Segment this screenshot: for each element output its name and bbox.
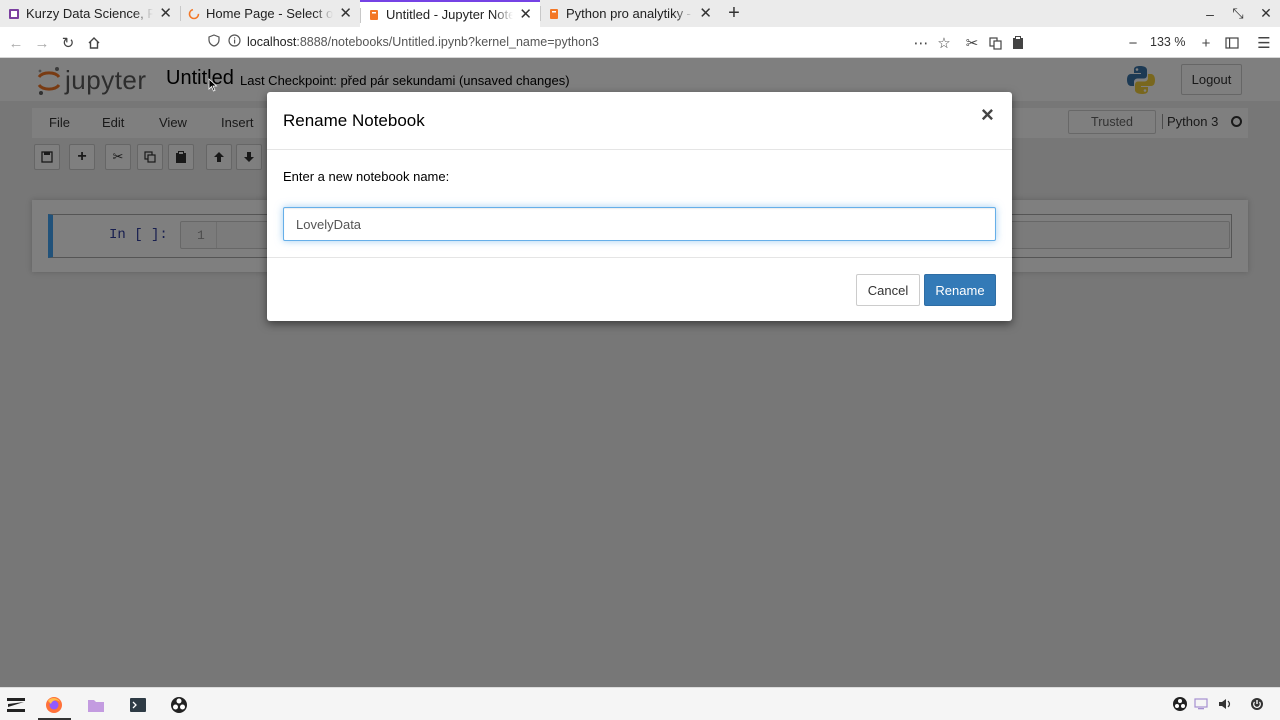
browser-tab-kurzy[interactable]: Kurzy Data Science, Pyth ✕ xyxy=(0,0,180,27)
shield-icon xyxy=(208,34,220,50)
notebook-name-label: Enter a new notebook name: xyxy=(283,169,450,184)
browser-tab-bar: Kurzy Data Science, Pyth ✕ Home Page - S… xyxy=(0,0,1280,27)
browser-tab-home[interactable]: Home Page - Select or cr ✕ xyxy=(180,0,360,27)
jupyter-spinner-icon xyxy=(188,8,200,20)
tab-title: Kurzy Data Science, Pyth xyxy=(26,6,154,21)
zorin-menu-icon[interactable] xyxy=(5,694,27,716)
reload-icon[interactable]: ↻ xyxy=(57,32,79,54)
volume-icon[interactable] xyxy=(1217,696,1233,712)
desktop-taskbar xyxy=(0,687,1280,720)
browser-tab-untitled[interactable]: Untitled - Jupyter Noteb ✕ xyxy=(360,0,540,27)
sidebar-icon[interactable] xyxy=(1221,32,1243,54)
bookmark-star-icon[interactable]: ☆ xyxy=(933,32,955,54)
browser-tab-python[interactable]: Python pro analytiky - Ty ✕ xyxy=(540,0,720,27)
obs-tray-icon[interactable] xyxy=(1172,696,1188,712)
obs-studio-icon[interactable] xyxy=(168,694,190,716)
url-path: :8888/notebooks/Untitled.ipynb?kernel_na… xyxy=(296,35,599,49)
scissors-icon[interactable]: ✂ xyxy=(961,32,983,54)
firefox-icon[interactable] xyxy=(43,694,65,716)
tab-title: Python pro analytiky - Ty xyxy=(566,6,693,21)
notebook-icon xyxy=(548,8,560,20)
close-tab-icon[interactable]: ✕ xyxy=(699,6,712,21)
modal-title: Rename Notebook xyxy=(283,111,425,130)
close-tab-icon[interactable]: ✕ xyxy=(159,6,172,21)
notebook-name-input[interactable] xyxy=(283,207,996,241)
hamburger-menu-icon[interactable]: ☰ xyxy=(1253,32,1275,54)
cancel-button[interactable]: Cancel xyxy=(856,274,920,306)
url-text: localhost:8888/notebooks/Untitled.ipynb?… xyxy=(247,35,599,49)
url-host: localhost xyxy=(247,35,297,49)
rename-notebook-dialog: Rename Notebook × Enter a new notebook n… xyxy=(267,92,1012,321)
forward-arrow-icon[interactable]: → xyxy=(31,32,53,54)
tab-title: Home Page - Select or cr xyxy=(206,6,334,21)
window-controls: – ⤡ ✕ xyxy=(1196,0,1280,27)
close-icon[interactable]: × xyxy=(981,104,994,126)
mouse-cursor-icon xyxy=(208,78,218,95)
home-icon[interactable] xyxy=(83,32,105,54)
modal-footer: Cancel Rename xyxy=(267,257,1012,321)
power-icon[interactable] xyxy=(1249,696,1265,712)
more-actions-icon[interactable]: ⋯ xyxy=(910,32,932,54)
close-tab-icon[interactable]: ✕ xyxy=(519,7,532,22)
url-bar[interactable]: localhost:8888/notebooks/Untitled.ipynb?… xyxy=(200,30,956,54)
modal-header: Rename Notebook × xyxy=(267,92,1012,150)
zoom-out-icon[interactable]: − xyxy=(1122,32,1144,54)
new-tab-button[interactable]: + xyxy=(720,0,748,27)
close-tab-icon[interactable]: ✕ xyxy=(339,6,352,21)
back-arrow-icon[interactable]: ← xyxy=(5,32,27,54)
screen-tray-icon[interactable] xyxy=(1193,696,1209,712)
rename-button[interactable]: Rename xyxy=(924,274,996,306)
paste-icon[interactable] xyxy=(1007,32,1029,54)
info-icon[interactable] xyxy=(228,34,241,50)
minimize-icon[interactable]: – xyxy=(1196,6,1224,22)
terminal-icon[interactable] xyxy=(127,694,149,716)
browser-nav-bar: ← → ↻ localhost:8888/notebooks/Untitled.… xyxy=(0,27,1280,58)
purple-book-icon xyxy=(8,8,20,20)
files-folder-icon[interactable] xyxy=(85,694,107,716)
notebook-icon xyxy=(368,9,380,21)
close-window-icon[interactable]: ✕ xyxy=(1252,5,1280,22)
tab-title: Untitled - Jupyter Noteb xyxy=(386,7,514,22)
copy-icon[interactable] xyxy=(984,32,1006,54)
zoom-in-icon[interactable]: + xyxy=(1195,32,1217,54)
zoom-level[interactable]: 133 % xyxy=(1150,35,1185,49)
restore-icon[interactable]: ⤡ xyxy=(1224,5,1252,22)
